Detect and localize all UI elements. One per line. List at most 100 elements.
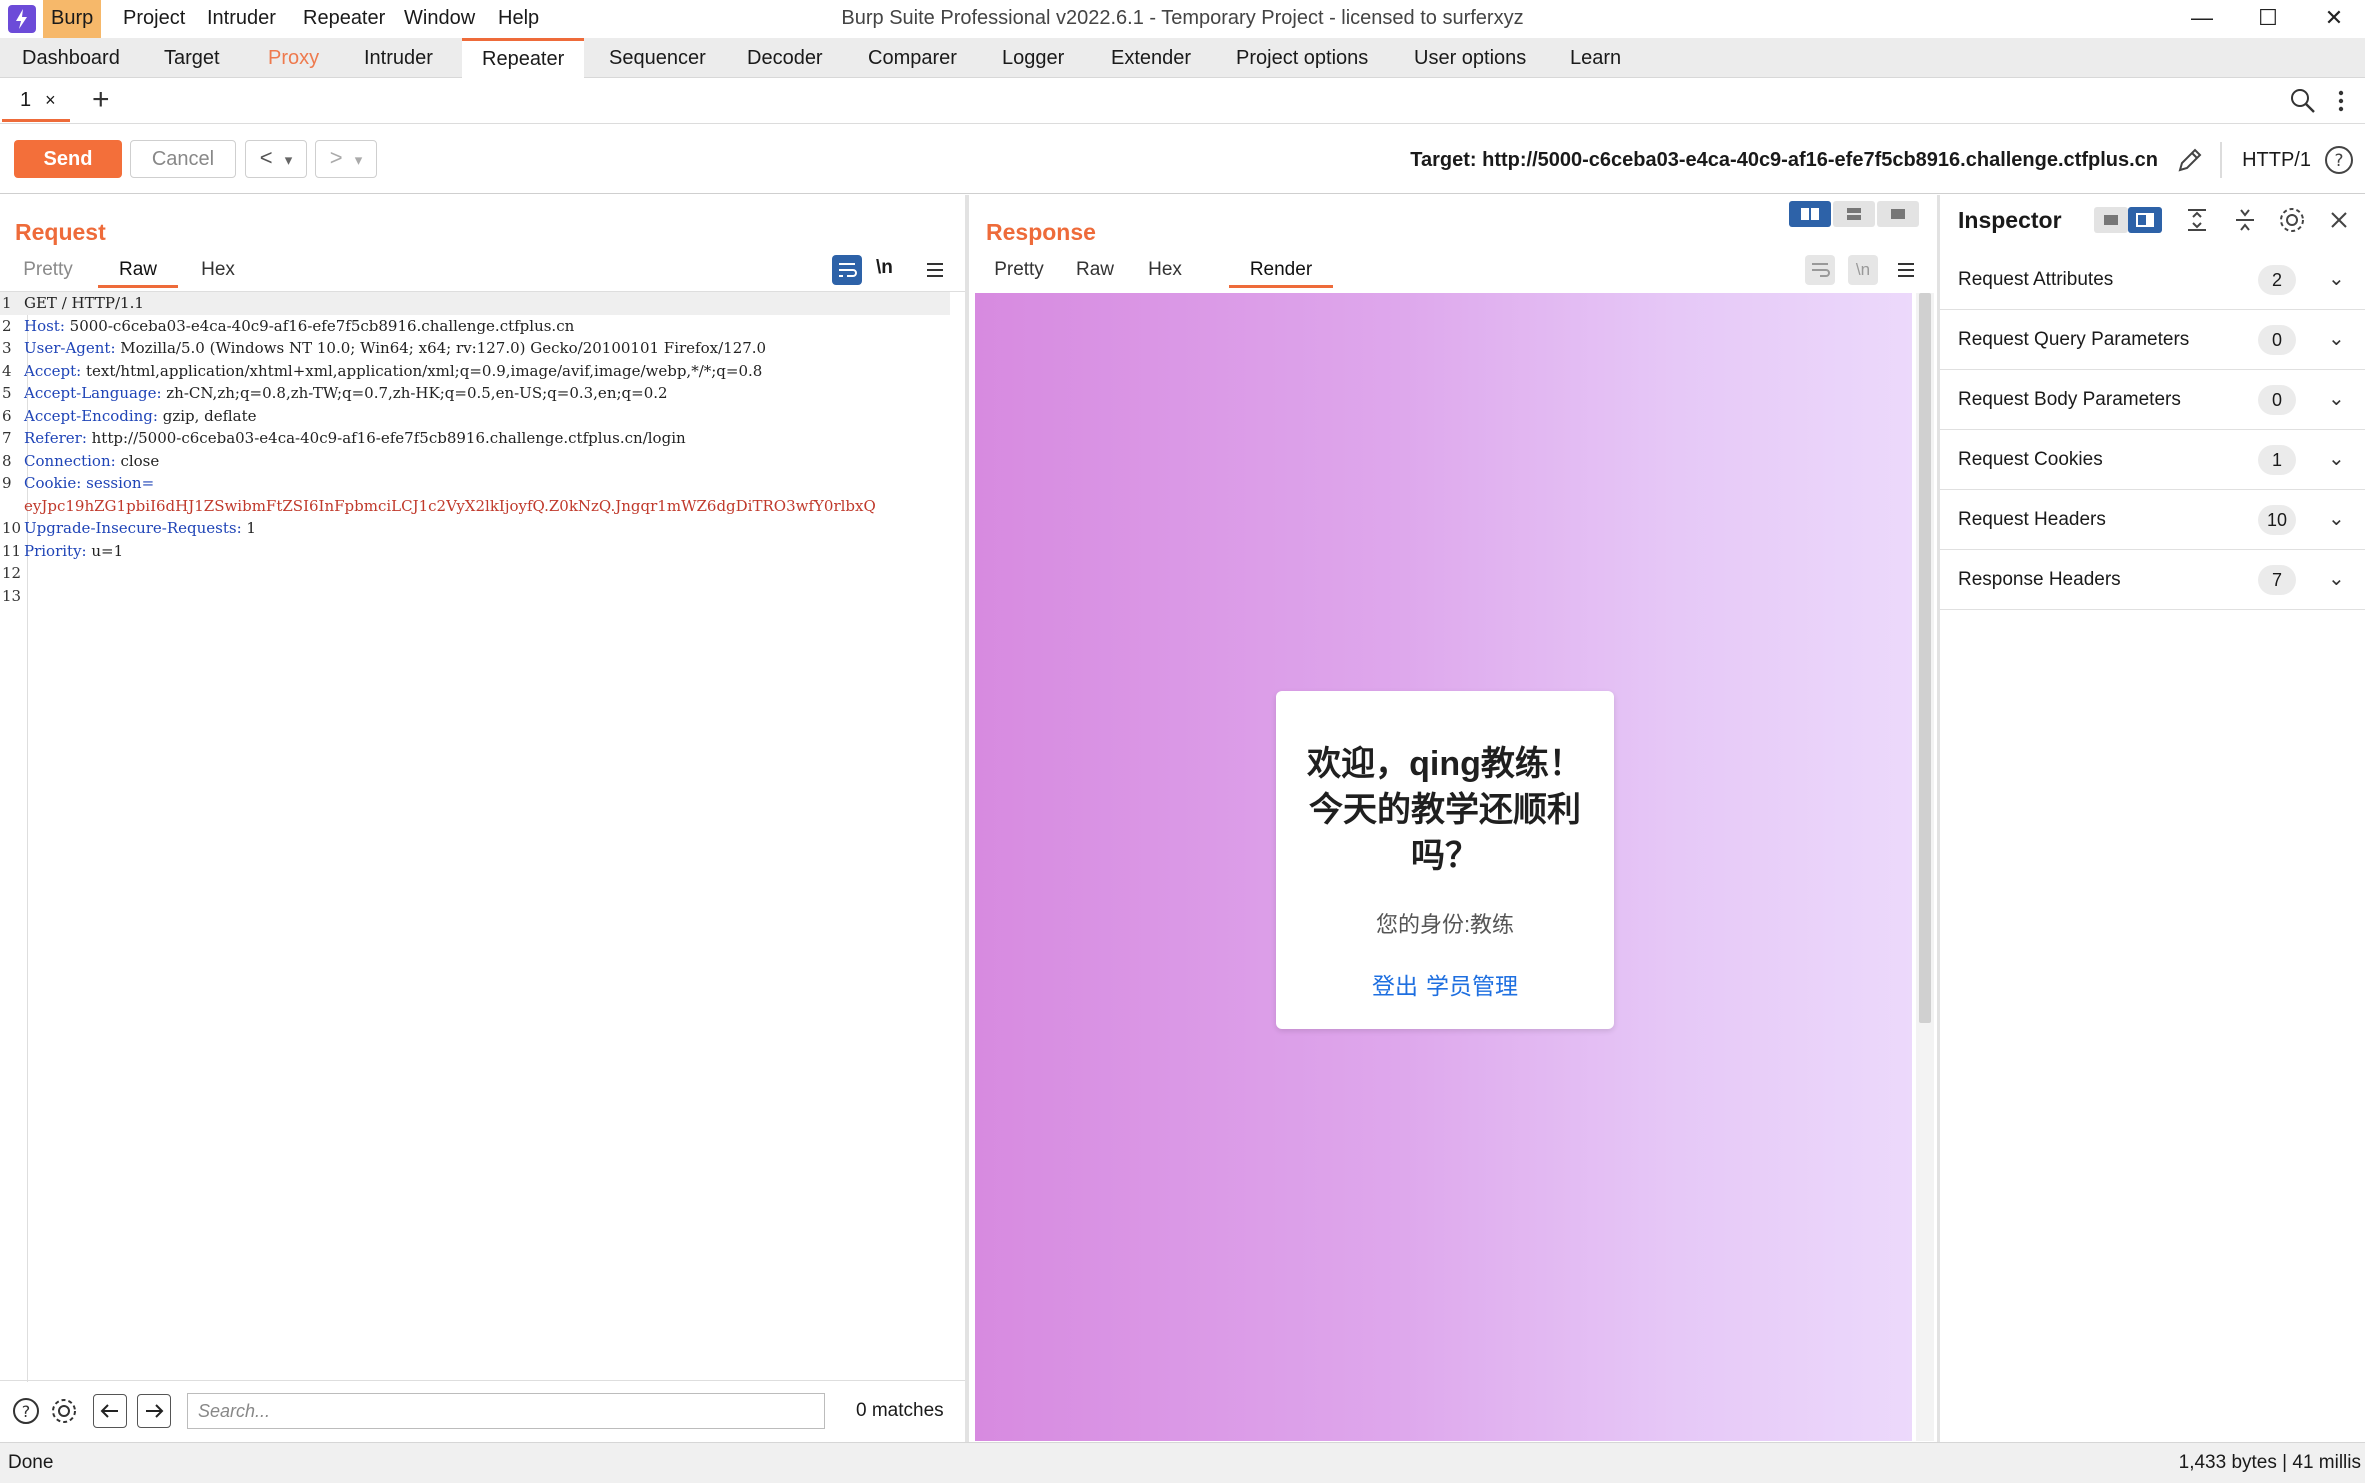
newline-toggle-icon[interactable]: \n — [876, 257, 893, 279]
close-icon[interactable] — [2324, 205, 2354, 235]
close-icon[interactable]: ✕ — [2304, 0, 2364, 38]
scroll-thumb[interactable] — [1919, 293, 1931, 1023]
main-tab-bar: Dashboard Target Proxy Intruder Repeater… — [0, 38, 2365, 78]
inspector-dock-icon[interactable] — [2128, 207, 2162, 233]
response-tab-render[interactable]: Render — [1229, 254, 1333, 288]
repeater-tab-1[interactable]: 1 × — [2, 82, 70, 122]
tab-project-options[interactable]: Project options — [1216, 38, 1388, 78]
pencil-icon[interactable] — [2174, 144, 2206, 176]
section-count: 0 — [2258, 325, 2296, 355]
layout-stacked-icon[interactable] — [1833, 201, 1875, 227]
target-url: Target: http://5000-c6ceba03-e4ca-40c9-a… — [1410, 149, 2158, 171]
inspector-section-request-headers[interactable]: Request Headers 10 ⌄ — [1940, 490, 2365, 550]
tab-comparer[interactable]: Comparer — [848, 38, 977, 78]
forward-dropdown-icon[interactable]: ▾ — [355, 152, 363, 169]
chevron-down-icon[interactable]: ⌄ — [2328, 564, 2345, 594]
request-title: Request — [15, 219, 106, 245]
settings-icon[interactable] — [2277, 205, 2307, 235]
match-count: 0 matches — [856, 1400, 944, 1421]
chevron-down-icon[interactable]: ⌄ — [2328, 504, 2345, 534]
menu-window[interactable]: Window — [396, 0, 483, 38]
chevron-down-icon[interactable]: ⌄ — [2328, 444, 2345, 474]
code-line: 3 User-Agent: Mozilla/5.0 (Windows NT 10.… — [2, 339, 767, 357]
expand-all-icon[interactable] — [2182, 205, 2212, 235]
back-dropdown-icon[interactable]: ▾ — [285, 152, 293, 169]
tab-user-options[interactable]: User options — [1394, 38, 1546, 78]
svg-text:?: ? — [22, 1402, 31, 1421]
menu-intruder[interactable]: Intruder — [199, 0, 284, 38]
tab-intruder[interactable]: Intruder — [344, 38, 453, 78]
search-icon[interactable] — [2288, 86, 2318, 116]
menu-project[interactable]: Project — [115, 0, 193, 38]
student-management-link[interactable]: 学员管理 — [1426, 973, 1518, 999]
request-tab-hex[interactable]: Hex — [186, 254, 250, 288]
back-button[interactable]: < ▾ — [245, 140, 307, 178]
response-tab-raw[interactable]: Raw — [1065, 254, 1125, 288]
close-tab-icon[interactable]: × — [45, 90, 56, 110]
section-count: 10 — [2258, 505, 2296, 535]
tab-sequencer[interactable]: Sequencer — [589, 38, 726, 78]
forward-button[interactable]: > ▾ — [315, 140, 377, 178]
code-line: 9 Cookie: session= — [2, 474, 155, 492]
tab-logger[interactable]: Logger — [982, 38, 1084, 78]
http-version[interactable]: HTTP/1 — [2242, 144, 2311, 176]
cancel-button[interactable]: Cancel — [130, 140, 236, 178]
code-line: 6 Accept-Encoding: gzip, deflate — [2, 406, 257, 425]
section-count: 1 — [2258, 445, 2296, 475]
kebab-menu-icon[interactable] — [2334, 86, 2348, 116]
response-tab-pretty[interactable]: Pretty — [983, 254, 1055, 288]
tab-repeater[interactable]: Repeater — [462, 38, 585, 78]
tab-decoder[interactable]: Decoder — [727, 38, 843, 78]
request-tab-pretty[interactable]: Pretty — [10, 254, 86, 288]
repeater-tab-label: 1 — [20, 89, 32, 111]
welcome-card: 欢迎，qing教练！今天的教学还顺利吗？ 您的身份:教练 登出 学员管理 — [1276, 691, 1614, 1029]
menu-help[interactable]: Help — [490, 0, 547, 38]
response-title: Response — [986, 219, 1096, 245]
chevron-down-icon[interactable]: ⌄ — [2328, 384, 2345, 414]
inspector-section-request-attributes[interactable]: Request Attributes 2 ⌄ — [1940, 250, 2365, 310]
tab-proxy[interactable]: Proxy — [248, 38, 339, 78]
tab-extender[interactable]: Extender — [1091, 38, 1211, 78]
maximize-icon[interactable]: ☐ — [2238, 0, 2298, 38]
chevron-down-icon[interactable]: ⌄ — [2328, 264, 2345, 294]
settings-icon[interactable] — [49, 1396, 79, 1426]
code-line: 4 Accept: text/html,application/xhtml+xml… — [2, 361, 763, 380]
hamburger-icon[interactable] — [1893, 255, 1919, 285]
wrap-lines-icon[interactable] — [1805, 255, 1835, 285]
tab-dashboard[interactable]: Dashboard — [2, 38, 140, 78]
add-tab-button[interactable]: + — [92, 82, 110, 118]
role-text: 您的身份:教练 — [1375, 912, 1515, 937]
arrow-left-icon[interactable] — [93, 1394, 127, 1428]
logout-link[interactable]: 登出 — [1372, 973, 1418, 999]
request-editor[interactable]: 1 GET / HTTP/1.1 2 Host: 5000-c6ceba03-e4c… — [0, 291, 965, 1382]
wrap-lines-icon[interactable] — [832, 255, 862, 285]
menu-burp[interactable]: Burp — [43, 0, 102, 38]
inspector-section-response-headers[interactable]: Response Headers 7 ⌄ — [1940, 550, 2365, 610]
inspector-layout-icon[interactable] — [2094, 207, 2128, 233]
request-tab-raw[interactable]: Raw — [98, 254, 178, 288]
search-input[interactable]: Search... — [187, 1393, 825, 1429]
collapse-all-icon[interactable] — [2230, 205, 2260, 235]
layout-tabs-icon[interactable] — [1877, 201, 1919, 227]
request-panel: Request Pretty Raw Hex \n 1 GET / HTTP/1.… — [0, 195, 965, 1442]
layout-side-by-side-icon[interactable] — [1789, 201, 1831, 227]
code-line: 2 Host: 5000-c6ceba03-e4ca-40c9-af16-efe7… — [2, 316, 575, 335]
chevron-down-icon[interactable]: ⌄ — [2328, 324, 2345, 354]
tab-learn[interactable]: Learn — [1550, 38, 1641, 78]
help-icon[interactable]: ? — [11, 1396, 41, 1426]
tab-target[interactable]: Target — [144, 38, 240, 78]
render-scrollbar[interactable] — [1916, 293, 1934, 1441]
help-icon[interactable]: ? — [2323, 144, 2355, 176]
inspector-section-cookies[interactable]: Request Cookies 1 ⌄ — [1940, 430, 2365, 490]
repeater-tab-bar: 1 × + — [0, 78, 2365, 124]
arrow-right-icon[interactable] — [137, 1394, 171, 1428]
response-tab-hex[interactable]: Hex — [1135, 254, 1195, 288]
hamburger-icon[interactable] — [922, 255, 948, 285]
inspector-section-query-parameters[interactable]: Request Query Parameters 0 ⌄ — [1940, 310, 2365, 370]
code-line: 7 Referer: http://5000-c6ceba03-e4ca-40c9… — [2, 429, 686, 447]
menu-repeater[interactable]: Repeater — [295, 0, 393, 38]
send-button[interactable]: Send — [14, 140, 122, 178]
minimize-icon[interactable]: — — [2172, 0, 2232, 38]
newline-toggle-icon[interactable]: \n — [1848, 255, 1878, 285]
inspector-section-body-parameters[interactable]: Request Body Parameters 0 ⌄ — [1940, 370, 2365, 430]
